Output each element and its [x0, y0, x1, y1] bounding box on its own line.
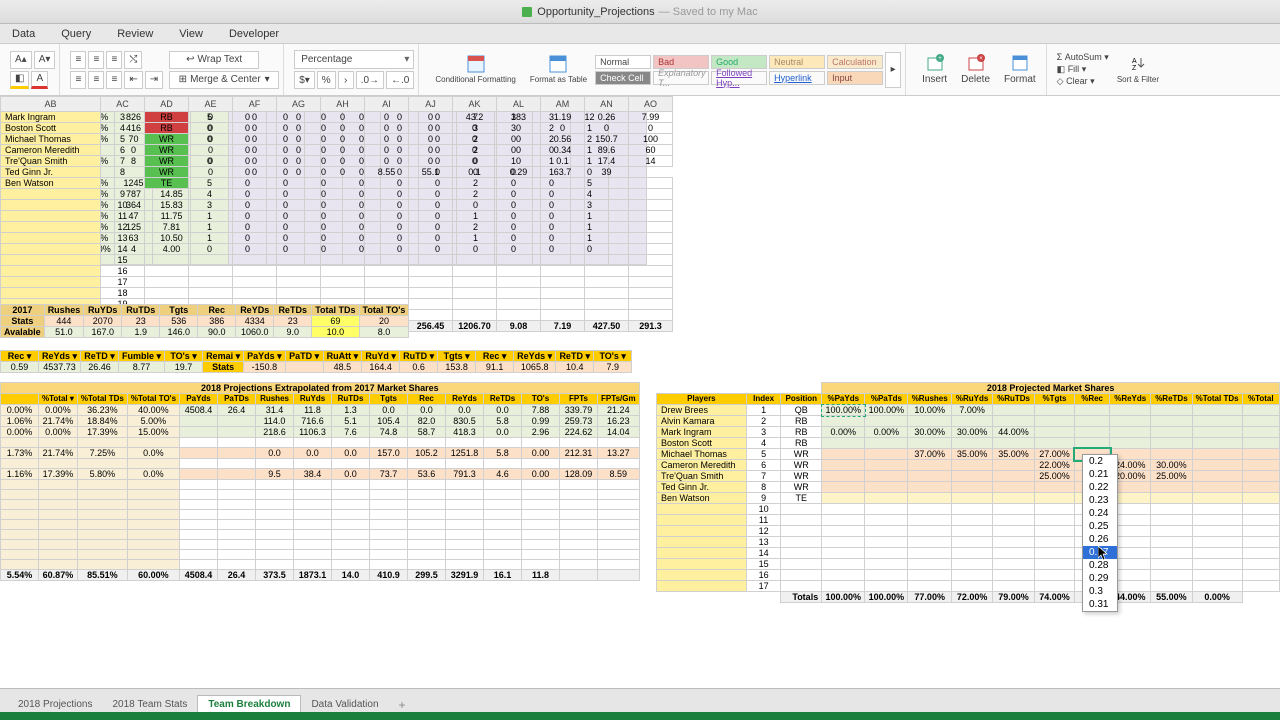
align-mid[interactable]: ≡ — [88, 51, 104, 69]
svg-text:+: + — [938, 56, 942, 62]
dropdown-option[interactable]: 0.31 — [1083, 598, 1117, 611]
style-calc[interactable]: Calculation — [827, 55, 883, 69]
tab-developer[interactable]: Developer — [225, 25, 283, 43]
font-color[interactable]: A — [31, 71, 48, 89]
dropdown-option[interactable]: 0.25 — [1083, 520, 1117, 533]
align-group: ≡ ≡ ≡ ⤭ ≡ ≡ ≡ ⇤ ⇥ ↩Wrap Text ⊞Merge & Ce… — [66, 44, 284, 95]
font-size-up[interactable]: A▴ — [10, 51, 32, 69]
dropdown-option[interactable]: 0.22 — [1083, 481, 1117, 494]
svg-text:×: × — [979, 56, 983, 62]
tab-query[interactable]: Query — [57, 25, 95, 43]
number-group: Percentage $▾ % › .0→ ←.0 — [290, 44, 419, 95]
wrap-text[interactable]: ↩Wrap Text — [169, 51, 259, 69]
ribbon-tabs: Data Query Review View Developer — [0, 24, 1280, 44]
format-as-table[interactable]: Format as Table — [524, 55, 593, 84]
style-follow[interactable]: Followed Hyp... — [711, 71, 767, 85]
number-format-dropdown[interactable]: Percentage — [294, 50, 414, 69]
dropdown-option[interactable]: 0.29 — [1083, 572, 1117, 585]
tab-data[interactable]: Data — [8, 25, 39, 43]
font-group: A▴ A▾ ◧ A — [6, 44, 60, 95]
format-button[interactable]: Format — [998, 54, 1042, 85]
status-bar — [0, 712, 1280, 720]
mouse-cursor — [1098, 546, 1110, 562]
dec-decimal[interactable]: ←.0 — [386, 71, 414, 89]
inc-decimal[interactable]: .0→ — [356, 71, 384, 89]
dropdown-option[interactable]: 0.21 — [1083, 468, 1117, 481]
sheet-tabs: 2018 Projections 2018 Team Stats Team Br… — [0, 688, 1280, 720]
projections-table[interactable]: 2018 Projections Extrapolated from 2017 … — [0, 382, 640, 581]
style-good[interactable]: Good — [711, 55, 767, 69]
fill-color[interactable]: ◧ — [10, 71, 29, 89]
fill[interactable]: ◧ Fill ▾ — [1057, 64, 1109, 75]
svg-text:Z: Z — [1132, 65, 1137, 72]
cells-group: +Insert ×Delete Format — [912, 44, 1047, 95]
autosum[interactable]: Σ AutoSum ▾ — [1057, 52, 1109, 63]
align-left[interactable]: ≡ — [70, 71, 86, 89]
dropdown-option[interactable]: 0.3 — [1083, 585, 1117, 598]
font-size-down[interactable]: A▾ — [34, 51, 56, 69]
filter-header-table[interactable]: Rec ▾ReYds ▾ReTD ▾Fumble ▾TO's ▾Remai ▾P… — [0, 350, 632, 373]
percent[interactable]: % — [317, 71, 336, 89]
delete-button[interactable]: ×Delete — [955, 54, 996, 85]
merge-center[interactable]: ⊞Merge & Center▾ — [169, 71, 279, 89]
tab-review[interactable]: Review — [113, 25, 157, 43]
validation-dropdown-list[interactable]: 0.20.210.220.230.240.250.260.270.280.290… — [1082, 454, 1118, 612]
dropdown-option[interactable]: 0.2 — [1083, 455, 1117, 468]
ribbon: A▴ A▾ ◧ A ≡ ≡ ≡ ⤭ ≡ ≡ ≡ ⇤ ⇥ — [0, 44, 1280, 96]
file-name: Opportunity_Projections — [537, 6, 654, 18]
style-neutral[interactable]: Neutral — [769, 55, 825, 69]
conditional-formatting[interactable]: Conditional Formatting — [429, 55, 521, 84]
indent-dec[interactable]: ⇤ — [124, 71, 142, 89]
sort-filter[interactable]: AZSort & Filter — [1111, 55, 1165, 84]
dropdown-option[interactable]: 0.24 — [1083, 507, 1117, 520]
market-shares-table[interactable]: 2018 Projected Market SharesPlayersIndex… — [656, 382, 1280, 603]
style-normal[interactable]: Normal — [595, 55, 651, 69]
styles-group: Conditional Formatting Format as Table N… — [425, 44, 906, 95]
sheet-2018-projections[interactable]: 2018 Projections — [8, 696, 103, 713]
sheet-data-validation[interactable]: Data Validation — [301, 696, 388, 713]
app-icon — [522, 7, 532, 17]
dropdown-option[interactable]: 0.23 — [1083, 494, 1117, 507]
align-top[interactable]: ≡ — [70, 51, 86, 69]
clear[interactable]: ◇ Clear ▾ — [1057, 76, 1109, 87]
editing-group: Σ AutoSum ▾ ◧ Fill ▾ ◇ Clear ▾ AZSort & … — [1053, 44, 1169, 95]
align-right[interactable]: ≡ — [106, 71, 122, 89]
svg-text:A: A — [1132, 58, 1137, 65]
currency[interactable]: $▾ — [294, 71, 315, 89]
tab-view[interactable]: View — [175, 25, 207, 43]
indent-inc[interactable]: ⇥ — [145, 71, 163, 89]
style-check[interactable]: Check Cell — [595, 71, 651, 85]
style-bad[interactable]: Bad — [653, 55, 709, 69]
style-explan[interactable]: Explanatory T... — [653, 71, 709, 85]
style-hyper[interactable]: Hyperlink — [769, 71, 825, 85]
window-titlebar: Opportunity_Projections — Saved to my Ma… — [0, 0, 1280, 24]
mid-stats-table[interactable]: 2017RushesRuYDsRuTDsTgtsRecReYDsReTDsTot… — [0, 304, 409, 338]
file-status: — Saved to my Mac — [659, 6, 758, 18]
worksheet-grid[interactable]: KLMNOPQRSTUVWXYZAA 1008181.0%82610.20500… — [0, 96, 1280, 688]
sheet-2018-team-stats[interactable]: 2018 Team Stats — [103, 696, 198, 713]
align-center[interactable]: ≡ — [88, 71, 104, 89]
insert-button[interactable]: +Insert — [916, 54, 953, 85]
style-input[interactable]: Input — [827, 71, 883, 85]
styles-more[interactable]: ▸ — [885, 52, 901, 88]
dropdown-option[interactable]: 0.26 — [1083, 533, 1117, 546]
comma[interactable]: › — [338, 71, 354, 89]
orientation[interactable]: ⤭ — [124, 51, 142, 69]
align-bot[interactable]: ≡ — [106, 51, 122, 69]
upper-right-players[interactable]: ABACADAEAFAGAHAIAJAKALAMANAO Mark Ingram… — [0, 96, 673, 332]
